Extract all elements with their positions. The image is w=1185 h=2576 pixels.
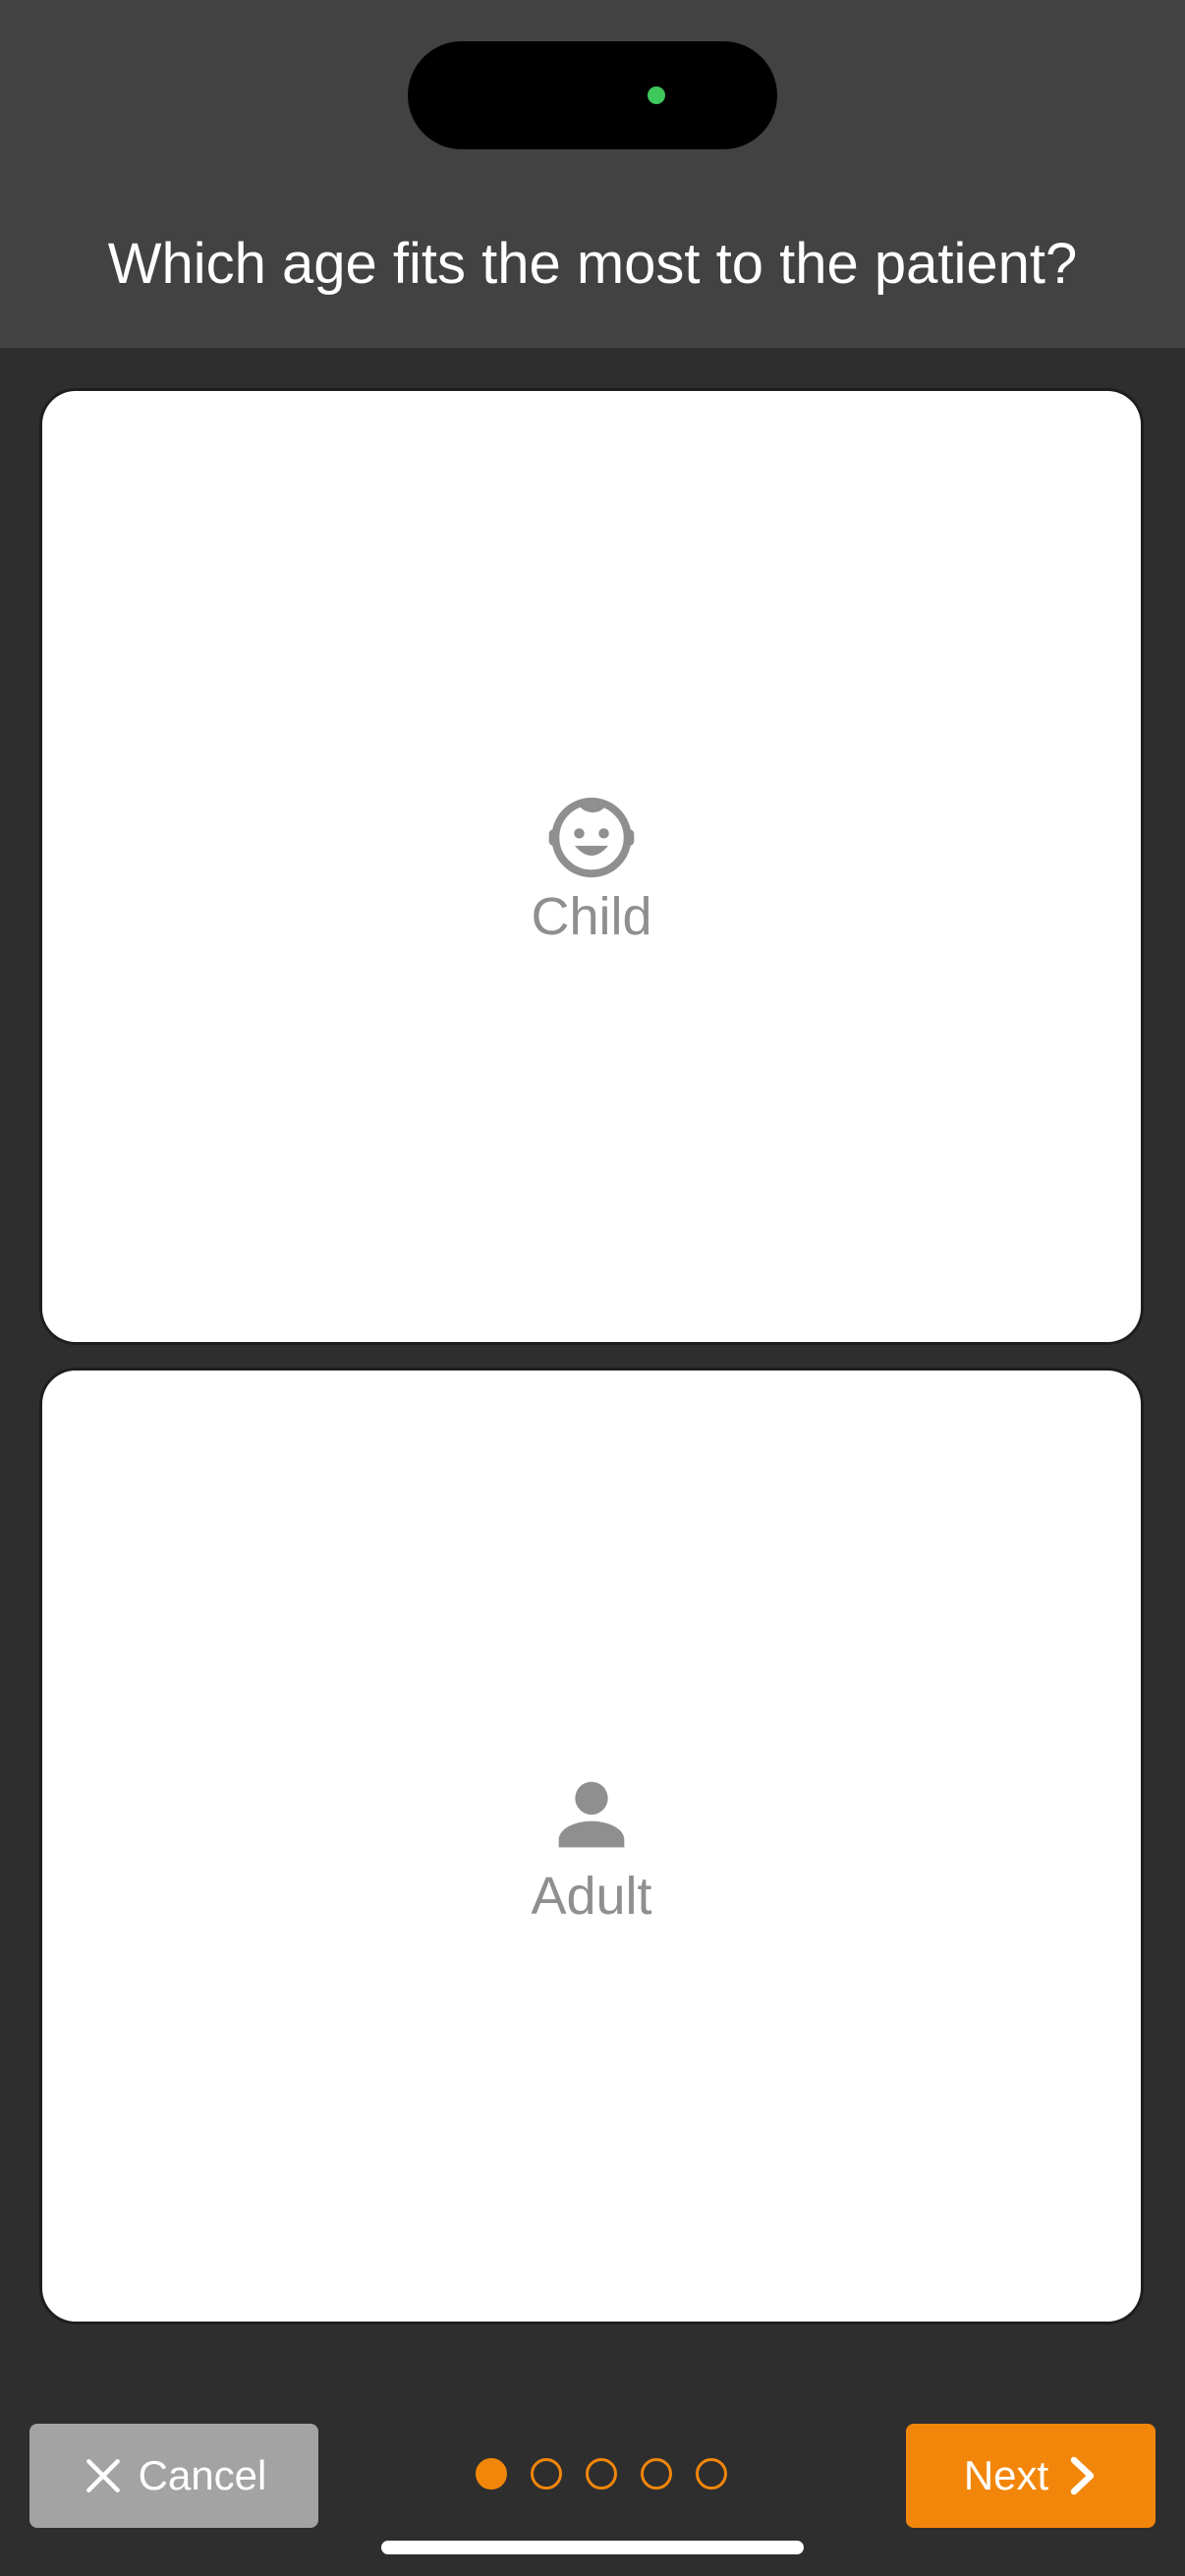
page-title: Which age fits the most to the patient? [107, 232, 1078, 296]
progress-dot-1 [476, 2458, 507, 2490]
progress-dot-5 [696, 2458, 727, 2490]
child-face-icon [548, 797, 635, 878]
home-indicator[interactable] [381, 2541, 804, 2554]
progress-dot-4 [641, 2458, 672, 2490]
cancel-button-label: Cancel [138, 2452, 267, 2498]
option-label-child: Child [531, 887, 652, 946]
next-button[interactable]: Next [906, 2424, 1156, 2528]
progress-dot-3 [586, 2458, 617, 2490]
close-icon [85, 2459, 120, 2492]
header: Which age fits the most to the patient? [0, 0, 1185, 348]
progress-indicator [476, 2458, 727, 2493]
chevron-right-icon [1070, 2456, 1095, 2495]
camera-indicator-dot [648, 86, 665, 104]
progress-dot-2 [531, 2458, 562, 2490]
person-icon [558, 1781, 625, 1848]
next-button-label: Next [963, 2452, 1049, 2498]
dynamic-island [408, 41, 777, 149]
option-card-child[interactable]: Child [42, 391, 1141, 1342]
option-card-adult[interactable]: Adult [42, 1371, 1141, 2322]
option-label-adult: Adult [531, 1867, 652, 1926]
cancel-button[interactable]: Cancel [29, 2424, 318, 2528]
